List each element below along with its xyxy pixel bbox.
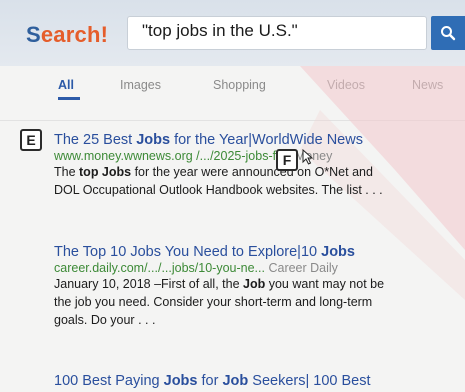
mouse-cursor-icon [302,149,314,165]
active-tab-indicator [58,97,80,100]
tab-images[interactable]: Images [120,78,161,92]
search-logo[interactable]: Search! [26,22,108,48]
result-url: career.daily.com/.../...jobs/10-you-ne..… [54,261,338,275]
search-input[interactable]: "top jobs in the U.S." [127,16,427,50]
search-result: The Top 10 Jobs You Need to Explore|10 J… [54,244,465,329]
tabs-divider [0,120,465,121]
result-url: www.money.wwnews.org /.../2025-jobs-for-… [54,149,333,163]
result-source: Career Daily [268,261,338,275]
result-snippet: The top Jobs for the year were announced… [54,165,373,179]
tab-shopping[interactable]: Shopping [213,78,266,92]
search-result: 100 Best Paying Jobs for Job Seekers| 10… [54,373,465,389]
marker-f: F [276,149,298,171]
tab-news[interactable]: News [412,78,443,92]
search-button[interactable] [431,16,465,50]
tab-all[interactable]: All [58,78,74,92]
result-snippet: the job you need. Consider your short-te… [54,295,373,309]
result-snippet: goals. Do your . . . [54,313,156,327]
magnifier-icon [441,26,456,41]
tab-videos[interactable]: Videos [327,78,365,92]
logo-first-letter: S [26,22,41,47]
result-title-link[interactable]: The 25 Best Jobs for the Year|WorldWide … [54,132,465,148]
result-title-link[interactable]: The Top 10 Jobs You Need to Explore|10 J… [54,244,465,260]
search-tabs: All Images Shopping Videos News [0,66,465,114]
result-title-link[interactable]: 100 Best Paying Jobs for Job Seekers| 10… [54,373,465,389]
result-snippet: January 10, 2018 –First of all, the Job … [54,277,385,291]
marker-e: E [20,129,42,151]
logo-rest: earch! [40,22,109,47]
search-result: The 25 Best Jobs for the Year|WorldWide … [54,132,465,199]
result-snippet: DOL Occupational Outlook Handbook websit… [54,183,383,197]
